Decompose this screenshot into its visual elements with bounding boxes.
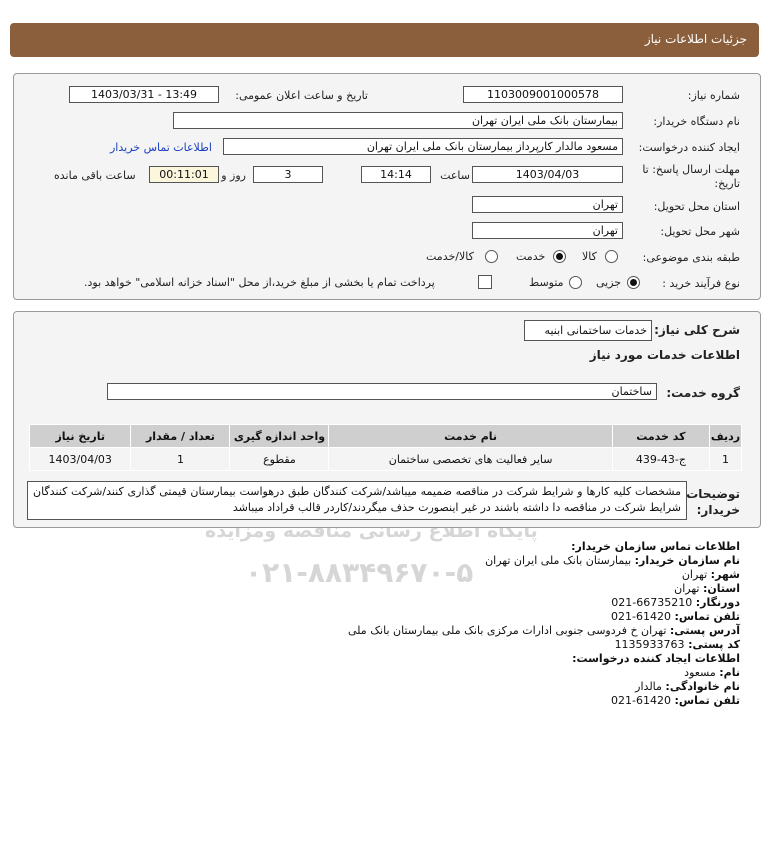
city-label: شهر محل تحویل:: [660, 225, 740, 238]
process-radio-minor[interactable]: [627, 276, 640, 289]
category-option-service: خدمت: [516, 250, 546, 263]
col-unit-header: واحد اندازه گیری: [229, 424, 330, 448]
deadline-time-field: 14:14: [361, 166, 431, 183]
page-header: جزئیات اطلاعات نیاز: [10, 23, 759, 57]
cell-row: 1: [709, 447, 742, 471]
page-title: جزئیات اطلاعات نیاز: [644, 32, 747, 46]
treasury-checkbox[interactable]: [478, 275, 492, 289]
cell-name: سایر فعالیت های تخصصی ساختمان: [328, 447, 613, 471]
col-date-header: تاریخ نیاز: [28, 424, 132, 448]
payment-note: پرداخت تمام یا بخشی از مبلغ خرید،از محل …: [84, 276, 435, 289]
deadline-date-field: 1403/04/03: [472, 166, 623, 183]
contact-city-label: شهر:: [710, 568, 740, 581]
postal-value: 1135933763: [614, 638, 685, 651]
deadline-label-2: تاریخ:: [714, 177, 740, 190]
creator-field: مسعود مالدار کارپرداز بیمارستان بانک ملی…: [223, 138, 623, 155]
table-row: 1 ج-43-439 سایر فعالیت های تخصصی ساختمان…: [28, 447, 742, 471]
category-radio-goods[interactable]: [605, 250, 618, 263]
buyer-field: بیمارستان بانک ملی ایران تهران: [173, 112, 623, 129]
province-field: تهران: [472, 196, 623, 213]
phone-value: 61420-021: [611, 610, 672, 623]
phone-label: تلفن تماس:: [674, 610, 740, 623]
announce-field: 1403/03/31 - 13:49: [69, 86, 219, 103]
creator-label: ایجاد کننده درخواست:: [638, 141, 740, 154]
deadline-label-1: مهلت ارسال پاسخ: تا: [642, 163, 740, 176]
notes-label-2: خریدار:: [696, 503, 740, 517]
address-value: تهران خ فردوسی جنوبی ادارات مرکزی بانک م…: [348, 624, 667, 637]
category-radio-goods-service[interactable]: [485, 250, 498, 263]
need-info-panel: [13, 73, 761, 300]
buyer-contact-link[interactable]: اطلاعات تماس خریدار: [110, 141, 212, 154]
contact-province-label: استان:: [703, 582, 740, 595]
notes-field: مشخصات کلیه کارها و شرایط شرکت در مناقصه…: [27, 481, 687, 520]
col-qty-header: تعداد / مقدار: [130, 424, 231, 448]
org-name-label: نام سازمان خریدار:: [634, 554, 740, 567]
category-radio-service[interactable]: [553, 250, 566, 263]
services-heading: اطلاعات خدمات مورد نیاز: [589, 348, 740, 362]
fax-value: 66735210-021: [611, 596, 693, 609]
col-name-header: نام خدمت: [328, 424, 613, 448]
postal-label: کد پستی:: [688, 638, 740, 651]
cell-code: ج-43-439: [611, 447, 711, 471]
creator-phone-label: تلفن تماس:: [674, 694, 740, 707]
process-label: نوع فرآیند خرید :: [662, 277, 740, 290]
cell-unit: مقطوع: [229, 447, 330, 471]
need-number-label: شماره نیاز:: [687, 89, 740, 102]
first-name-value: مسعود: [684, 666, 716, 679]
notes-label-1: توضیحات: [686, 487, 740, 501]
category-option-goods-service: کالا/خدمت: [426, 250, 474, 263]
days-label: روز و: [221, 169, 246, 182]
group-label: گروه خدمت:: [666, 386, 740, 400]
cell-qty: 1: [130, 447, 231, 471]
org-heading: اطلاعات تماس سازمان خریدار:: [571, 540, 740, 553]
fax-label: دورنگار:: [695, 596, 740, 609]
province-label: استان محل تحویل:: [653, 200, 740, 213]
remaining-time-field: 00:11:01: [149, 166, 219, 183]
creator-phone-value: 61420-021: [611, 694, 672, 707]
time-label: ساعت: [440, 169, 470, 182]
process-option-medium: متوسط: [529, 276, 564, 289]
table-header-row: ردیف کد خدمت نام خدمت واحد اندازه گیری ت…: [28, 424, 742, 448]
col-code-header: کد خدمت: [611, 424, 711, 448]
cell-date: 1403/04/03: [28, 447, 132, 471]
address-label: آدرس پستی:: [669, 624, 740, 637]
summary-label: شرح کلی نیاز:: [654, 323, 740, 337]
col-row-header: ردیف: [709, 424, 742, 448]
watermark-phone: ۰۲۱-۸۸۳۴۹۶۷۰-۵: [245, 556, 474, 589]
first-name-label: نام:: [719, 666, 740, 679]
summary-field: خدمات ساختمانی ابنیه: [524, 320, 652, 341]
org-name: بیمارستان بانک ملی ایران تهران: [485, 554, 632, 567]
days-field: 3: [253, 166, 323, 183]
need-number-field: 1103009001000578: [463, 86, 623, 103]
announce-label: تاریخ و ساعت اعلان عمومی:: [235, 89, 368, 102]
contact-city: تهران: [681, 568, 708, 581]
contact-province: تهران: [674, 582, 700, 595]
last-name-label: نام خانوادگی:: [665, 680, 740, 693]
process-option-minor: جزیی: [596, 276, 622, 289]
city-field: تهران: [472, 222, 623, 239]
last-name-value: مالدار: [635, 680, 662, 693]
category-option-goods: کالا: [582, 250, 597, 263]
process-radio-medium[interactable]: [569, 276, 582, 289]
category-label: طبقه بندی موضوعی:: [642, 251, 740, 264]
remaining-label: ساعت باقی مانده: [54, 169, 136, 182]
group-field: ساختمان: [107, 383, 657, 400]
services-table: ردیف کد خدمت نام خدمت واحد اندازه گیری ت…: [28, 424, 742, 471]
creator-heading: اطلاعات ایجاد کننده درخواست:: [572, 652, 740, 665]
buyer-label: نام دستگاه خریدار:: [653, 115, 740, 128]
